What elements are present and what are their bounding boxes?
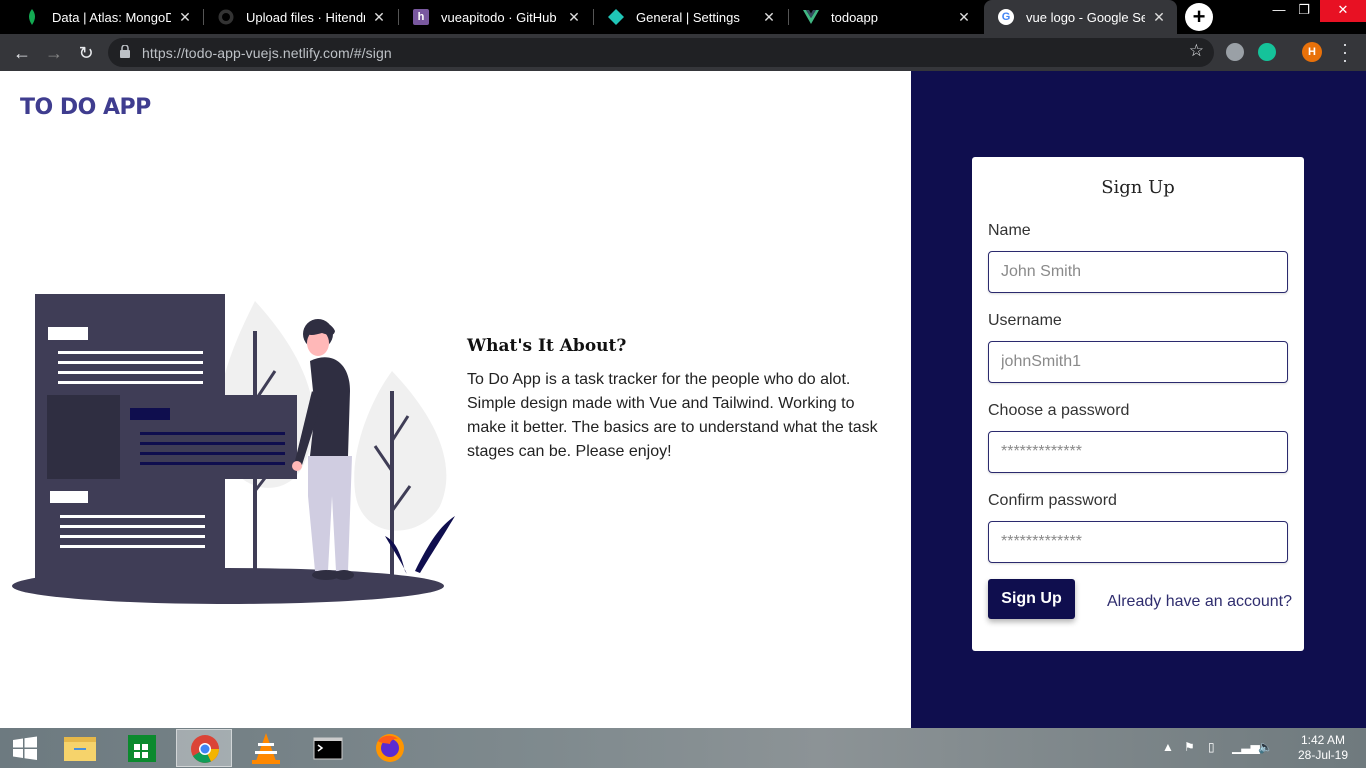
device-icon[interactable]: ▯ <box>1208 740 1215 754</box>
tab-strip: Data | Atlas: MongoDB A ✕ Upload files ·… <box>0 0 1366 34</box>
tab-title: Upload files · HitendraSi <box>246 9 365 25</box>
close-icon[interactable]: ✕ <box>1151 9 1167 26</box>
volume-icon[interactable]: 🔈 <box>1258 740 1273 754</box>
github-icon <box>218 9 234 25</box>
tab-google-search[interactable]: G vue logo - Google Searc ✕ <box>984 0 1177 34</box>
tab-github[interactable]: Upload files · HitendraSi ✕ <box>204 0 397 34</box>
taskbar: ▲ ⚑ ▯ ▁▃▅ 🔈 1:42 AM 28-Jul-19 <box>0 728 1366 768</box>
url-text: https://todo-app-vuejs.netlify.com/#/sig… <box>142 45 392 61</box>
signup-title: Sign Up <box>1101 177 1175 198</box>
google-icon: G <box>998 9 1014 25</box>
tab-mongodb[interactable]: Data | Atlas: MongoDB A ✕ <box>10 0 203 34</box>
username-label: Username <box>988 312 1062 329</box>
extension-icon[interactable] <box>1226 43 1244 61</box>
signal-icon[interactable]: ▁▃▅ <box>1232 740 1260 754</box>
tab-title: General | Settings <box>636 9 740 25</box>
name-input[interactable] <box>988 251 1288 293</box>
signin-link[interactable]: Already have an account? <box>1107 593 1292 611</box>
close-icon[interactable]: ✕ <box>566 9 582 26</box>
password-label: Choose a password <box>988 402 1130 419</box>
signup-card: Sign Up Name Username Choose a password … <box>972 157 1304 651</box>
address-bar[interactable]: https://todo-app-vuejs.netlify.com/#/sig… <box>108 38 1214 67</box>
browser-menu-icon[interactable]: · · · <box>1340 35 1350 69</box>
tab-netlify[interactable]: General | Settings ✕ <box>594 0 787 34</box>
reload-icon[interactable]: ↻ <box>72 39 100 67</box>
name-label: Name <box>988 222 1031 239</box>
close-icon[interactable]: ✕ <box>956 9 972 26</box>
tab-title: vue logo - Google Searc <box>1026 9 1145 25</box>
about-heading: What's It About? <box>467 336 627 356</box>
password-input[interactable] <box>988 431 1288 473</box>
store-icon[interactable] <box>114 729 170 767</box>
vue-icon <box>803 9 819 25</box>
mongodb-leaf-icon <box>24 9 40 25</box>
windows-start-icon[interactable] <box>0 728 50 768</box>
about-description: To Do App is a task tracker for the peop… <box>467 371 878 460</box>
signup-button[interactable]: Sign Up <box>988 579 1075 619</box>
bookmark-star-icon[interactable]: ☆ <box>1189 41 1204 61</box>
new-tab-button[interactable]: + <box>1185 3 1213 31</box>
window-close-button[interactable]: ✕ <box>1320 0 1366 22</box>
clock-time: 1:42 AM <box>1300 733 1346 747</box>
username-input[interactable] <box>988 341 1288 383</box>
grammarly-icon[interactable] <box>1258 43 1276 61</box>
firefox-icon[interactable] <box>362 729 418 767</box>
forward-arrow-icon[interactable]: → <box>40 39 68 67</box>
clock[interactable]: 1:42 AM 28-Jul-19 <box>1288 733 1358 763</box>
heroku-icon: h <box>413 9 429 25</box>
tab-title: Data | Atlas: MongoDB A <box>52 9 171 25</box>
tab-title: todoapp <box>831 9 878 25</box>
network-warning-icon[interactable]: ⚑ <box>1184 740 1195 754</box>
back-arrow-icon[interactable]: ← <box>8 39 36 67</box>
netlify-icon <box>608 9 624 25</box>
clock-date: 28-Jul-19 <box>1297 748 1349 762</box>
confirm-password-input[interactable] <box>988 521 1288 563</box>
close-icon[interactable]: ✕ <box>177 9 193 26</box>
tab-todoapp[interactable]: todoapp ✕ <box>789 0 982 34</box>
page: TO DO APP What's It About? To Do App is … <box>0 71 1366 728</box>
close-icon[interactable]: ✕ <box>371 9 387 26</box>
intro-pane: TO DO APP What's It About? To Do App is … <box>0 71 911 728</box>
terminal-icon[interactable] <box>300 729 356 767</box>
illustration-person-documents <box>12 294 455 604</box>
lock-icon <box>120 45 130 58</box>
browser-toolbar: ← → ↻ https://todo-app-vuejs.netlify.com… <box>0 34 1366 71</box>
close-icon[interactable]: ✕ <box>761 9 777 26</box>
app-logo[interactable]: TO DO APP <box>20 95 151 120</box>
signup-pane: Sign Up Name Username Choose a password … <box>911 71 1366 728</box>
profile-avatar[interactable]: H <box>1302 42 1322 62</box>
about-section: What's It About? To Do App is a task tra… <box>467 336 887 464</box>
file-explorer-icon[interactable] <box>52 729 108 767</box>
tray-overflow-icon[interactable]: ▲ <box>1162 740 1174 754</box>
vlc-icon[interactable] <box>238 729 294 767</box>
chrome-icon[interactable] <box>176 729 232 767</box>
tab-title: vueapitodo · GitHub | He <box>441 9 560 25</box>
confirm-password-label: Confirm password <box>988 492 1117 509</box>
tab-heroku[interactable]: h vueapitodo · GitHub | He ✕ <box>399 0 592 34</box>
